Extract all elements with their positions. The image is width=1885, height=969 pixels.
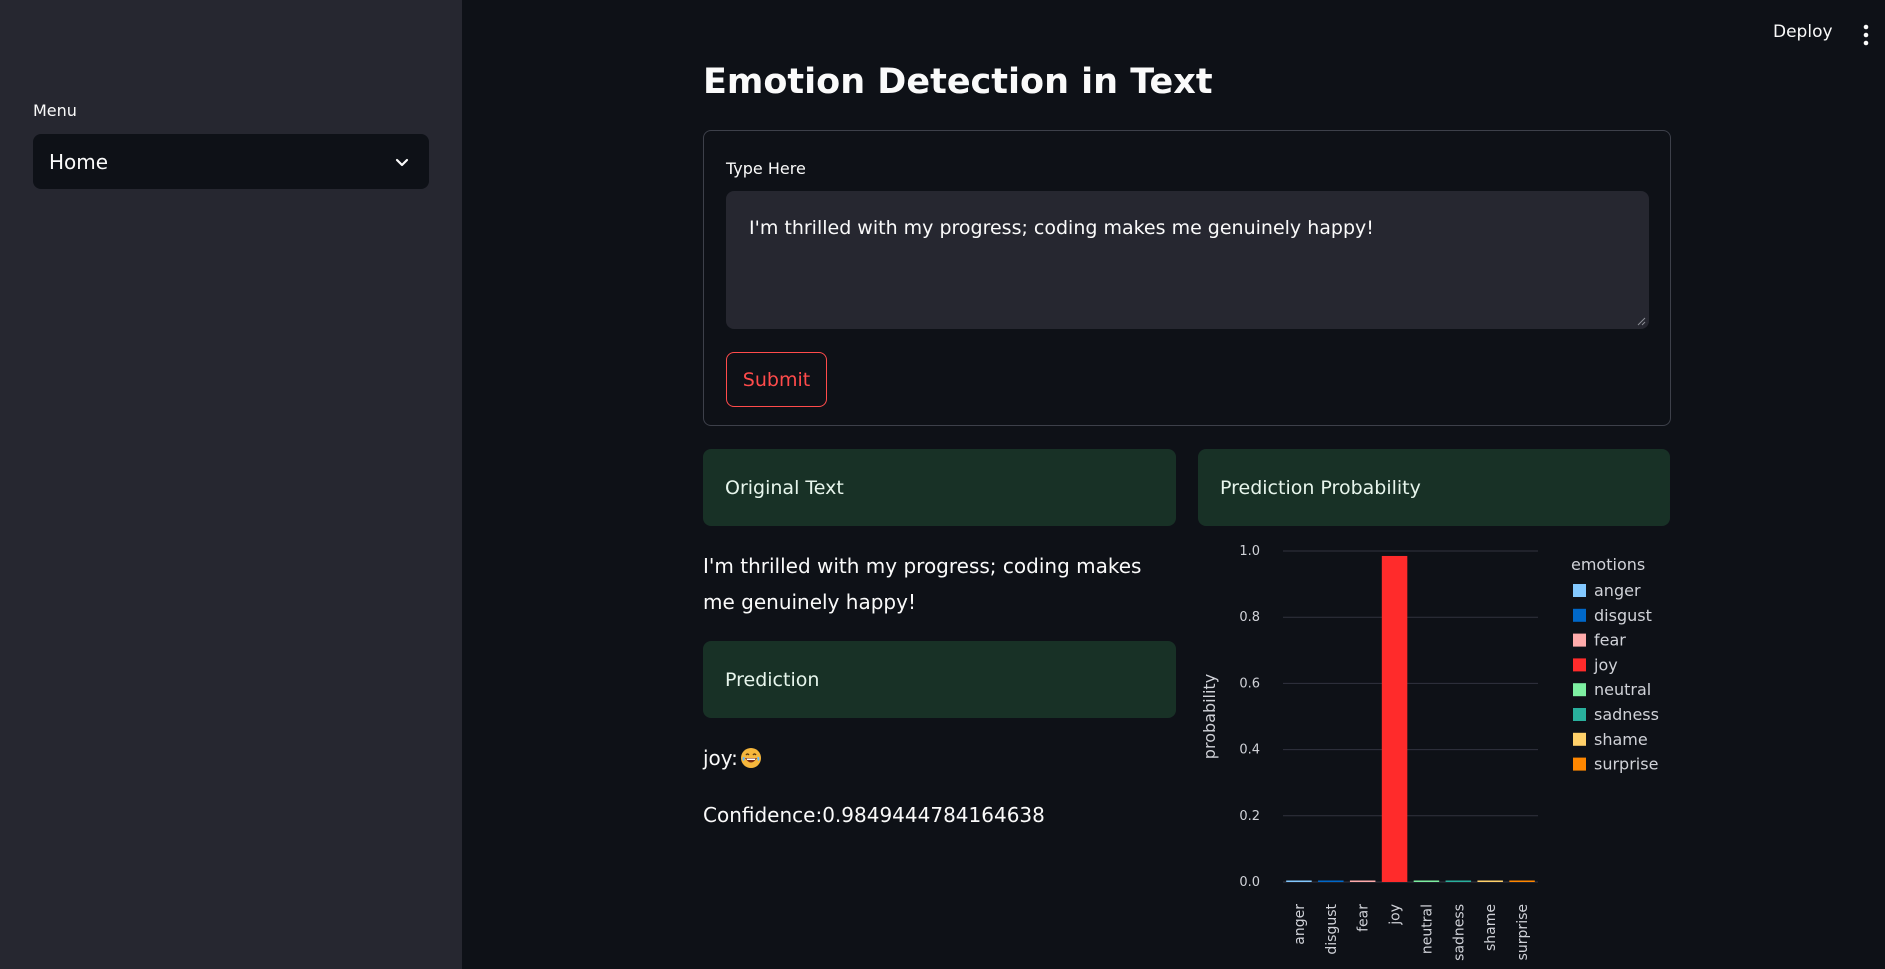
x-tick-label: neutral bbox=[1419, 904, 1435, 954]
chevron-down-icon bbox=[395, 158, 409, 166]
x-tick-label: fear bbox=[1356, 904, 1372, 932]
legend-item-neutral: neutral bbox=[1594, 680, 1651, 699]
legend-swatch bbox=[1573, 708, 1586, 721]
grinning-tears-emoji-icon bbox=[740, 748, 761, 768]
legend-swatch bbox=[1573, 683, 1586, 697]
text-input-area[interactable]: I'm thrilled with my progress; coding ma… bbox=[726, 191, 1649, 329]
menu-label: Menu bbox=[33, 101, 77, 120]
bar-sadness bbox=[1445, 880, 1472, 882]
bar-anger bbox=[1286, 880, 1312, 882]
menu-select[interactable]: Home bbox=[33, 134, 429, 189]
main-menu-icon[interactable] bbox=[1862, 24, 1870, 46]
x-tick-label: surprise bbox=[1515, 904, 1531, 960]
bar-fear bbox=[1349, 880, 1376, 882]
text-input-value: I'm thrilled with my progress; coding ma… bbox=[749, 217, 1374, 239]
legend-item-sadness: sadness bbox=[1594, 705, 1659, 724]
text-field-label: Type Here bbox=[726, 159, 806, 178]
prediction-result: joy: bbox=[703, 740, 762, 776]
legend-swatch bbox=[1573, 757, 1586, 771]
original-text-header: Original Text bbox=[703, 449, 1176, 526]
x-tick-label: anger bbox=[1292, 904, 1308, 945]
legend-item-shame: shame bbox=[1594, 730, 1648, 749]
y-tick-label: 0.6 bbox=[1239, 676, 1260, 691]
confidence-text: Confidence:0.9849444784164638 bbox=[703, 803, 1045, 827]
bar-shame bbox=[1477, 880, 1503, 882]
prediction-label: joy: bbox=[703, 746, 738, 770]
legend-swatch bbox=[1573, 658, 1586, 672]
page-title: Emotion Detection in Text bbox=[703, 62, 1213, 102]
bar-joy bbox=[1381, 555, 1408, 882]
bar-disgust bbox=[1318, 880, 1344, 882]
original-text: I'm thrilled with my progress; coding ma… bbox=[703, 554, 1142, 614]
deploy-button[interactable]: Deploy bbox=[1773, 22, 1833, 42]
legend-item-surprise: surprise bbox=[1594, 755, 1658, 774]
legend-title: emotions bbox=[1571, 555, 1645, 574]
resize-handle-icon[interactable] bbox=[1637, 317, 1646, 326]
x-tick-label: shame bbox=[1483, 904, 1499, 951]
input-form: Type Here I'm thrilled with my progress;… bbox=[703, 130, 1671, 426]
legend-item-joy: joy bbox=[1593, 655, 1618, 674]
legend-swatch bbox=[1573, 633, 1586, 647]
bar-neutral bbox=[1413, 880, 1440, 882]
bar-surprise bbox=[1509, 880, 1535, 882]
legend-item-disgust: disgust bbox=[1594, 606, 1652, 625]
probability-header-label: Prediction Probability bbox=[1220, 476, 1421, 499]
y-tick-label: 0.2 bbox=[1239, 809, 1260, 824]
y-tick-label: 0.4 bbox=[1239, 743, 1260, 758]
x-tick-label: disgust bbox=[1324, 904, 1340, 955]
x-tick-label: joy bbox=[1388, 904, 1404, 926]
submit-button[interactable]: Submit bbox=[726, 352, 827, 407]
probability-header: Prediction Probability bbox=[1198, 449, 1670, 526]
y-tick-label: 0.0 bbox=[1239, 875, 1260, 890]
y-tick-label: 1.0 bbox=[1239, 544, 1260, 559]
y-tick-label: 0.8 bbox=[1239, 610, 1260, 625]
legend-swatch bbox=[1573, 608, 1586, 622]
legend-swatch bbox=[1573, 732, 1586, 746]
x-tick-label: sadness bbox=[1451, 904, 1467, 961]
probability-bar-chart: 0.0 0.2 0.4 0.6 0.8 1.0 probability anger disgus… bbox=[1200, 544, 1659, 961]
y-axis-label: probability bbox=[1200, 674, 1219, 759]
prediction-header-label: Prediction bbox=[725, 668, 820, 691]
prediction-header: Prediction bbox=[703, 641, 1176, 718]
menu-select-value: Home bbox=[49, 149, 109, 174]
sidebar: Menu Home bbox=[0, 0, 462, 969]
legend-item-fear: fear bbox=[1594, 631, 1626, 650]
original-text-header-label: Original Text bbox=[725, 476, 844, 499]
legend-item-anger: anger bbox=[1594, 581, 1641, 600]
legend-swatch bbox=[1573, 584, 1586, 597]
